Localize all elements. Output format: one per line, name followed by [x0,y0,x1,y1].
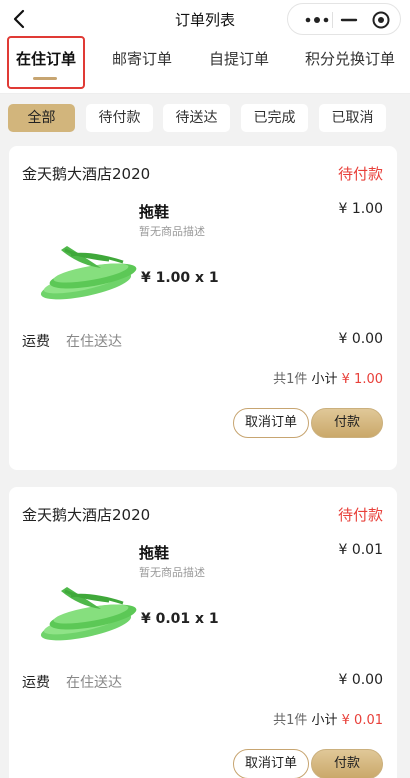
order-summary: 共1件 小计 ¥ 1.00 [273,368,383,387]
product-description: 暂无商品描述 [139,225,205,238]
item-count: 共1件 [273,372,308,387]
shop-name: 金天鹅大酒店2020 [22,165,151,183]
cancel-order-button[interactable]: 取消订单 [233,749,309,778]
pay-button[interactable]: 付款 [311,408,383,438]
product-name: 拖鞋 [139,544,170,562]
order-status: 待付款 [337,165,383,183]
filter-to-be-delivered[interactable]: 待送达 [163,104,230,132]
filter-all[interactable]: 全部 [8,104,75,132]
subtotal-amount: ¥ 1.00 [341,372,383,387]
order-status: 待付款 [337,506,383,524]
shop-name: 金天鹅大酒店2020 [22,506,151,524]
product-price: ¥ 1.00 [338,201,383,217]
order-summary: 共1件 小计 ¥ 0.01 [273,709,383,728]
slipper-product-image [40,246,137,300]
tab-mail-orders[interactable]: 邮寄订单 [112,48,172,69]
filter-cancelled[interactable]: 已取消 [319,104,386,132]
shipping-method: 在住送达 [66,675,122,691]
subtotal-label: 小计 [311,372,338,387]
pay-button[interactable]: 付款 [311,749,383,778]
product-name: 拖鞋 [139,203,170,221]
product-price: ¥ 0.01 [338,542,383,558]
filter-completed[interactable]: 已完成 [241,104,308,132]
cancel-order-button[interactable]: 取消订单 [233,408,309,438]
shipping-label: 运费 [22,334,50,350]
subtotal-amount: ¥ 0.01 [341,713,383,728]
minimize-icon[interactable] [338,11,360,29]
subtotal-label: 小计 [311,713,338,728]
more-icon[interactable] [304,13,330,27]
order-card[interactable]: 金天鹅大酒店2020 待付款 拖鞋 暂无商品描述 ¥ 0.01 ¥ 0.01 x… [9,487,397,778]
capsule-divider [332,12,333,28]
shipping-fee: ¥ 0.00 [338,672,383,688]
selection-highlight-box [7,36,85,89]
filter-pending-payment[interactable]: 待付款 [86,104,153,132]
product-description: 暂无商品描述 [139,566,205,579]
navigation-bar: 订单列表 [0,0,410,38]
tab-pickup-orders[interactable]: 自提订单 [209,48,269,69]
order-card[interactable]: 金天鹅大酒店2020 待付款 拖鞋 暂无商品描述 ¥ 1.00 ¥ 1.00 x… [9,146,397,470]
item-count: 共1件 [273,713,308,728]
status-filter-bar: 全部 待付款 待送达 已完成 已取消 [0,94,410,144]
shipping-method: 在住送达 [66,334,122,350]
slipper-product-image [40,587,137,641]
close-mini-program-icon[interactable] [370,10,392,30]
mini-program-capsule [287,3,401,35]
shipping-label: 运费 [22,675,50,691]
product-quantity-price: ¥ 0.01 x 1 [141,611,219,627]
tab-points-exchange-orders[interactable]: 积分兑换订单 [305,48,395,69]
product-quantity-price: ¥ 1.00 x 1 [141,270,219,286]
shipping-fee: ¥ 0.00 [338,331,383,347]
